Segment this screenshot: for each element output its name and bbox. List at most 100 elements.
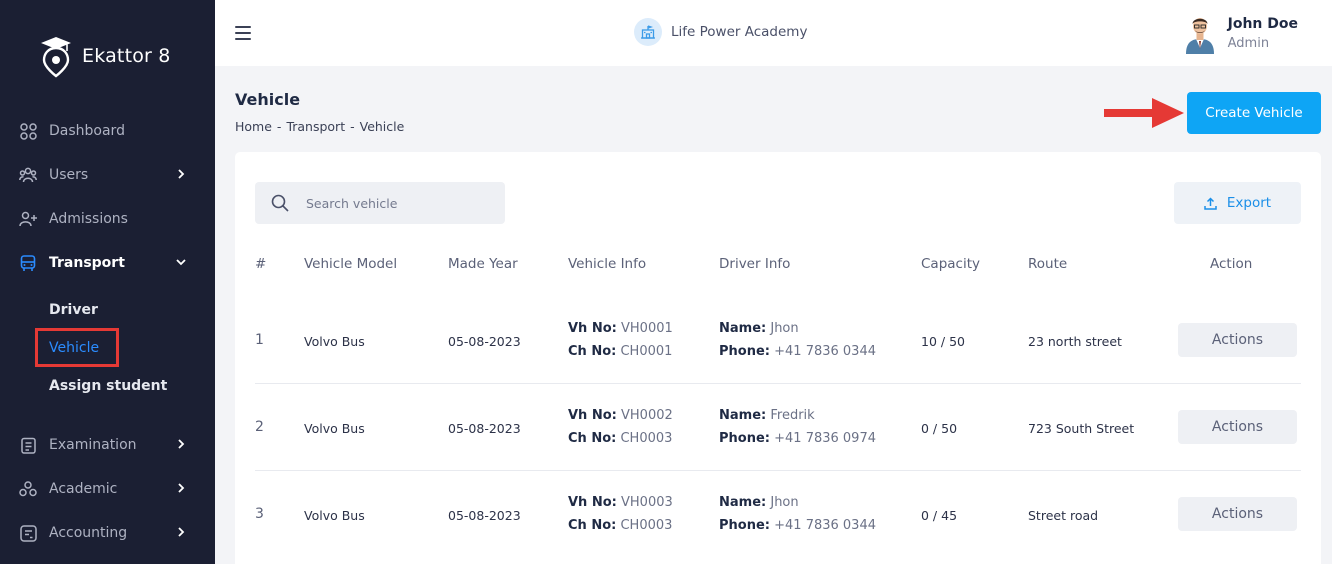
- accounting-icon: [19, 524, 37, 542]
- phone-label: Phone:: [719, 518, 770, 533]
- vh-label: Vh No:: [568, 495, 617, 510]
- chevron-right-icon: [178, 439, 185, 449]
- column-header-action: Action: [1210, 256, 1253, 272]
- brand[interactable]: Ekattor 8: [38, 34, 171, 78]
- driver-phone: +41 7836 0974: [774, 431, 876, 446]
- sidebar-item-label: Dashboard: [49, 123, 125, 139]
- sidebar-item-label: Examination: [49, 437, 137, 453]
- highlight-box: [35, 328, 119, 367]
- breadcrumb-home[interactable]: Home: [235, 119, 272, 134]
- made-year: 05-08-2023: [448, 421, 521, 436]
- driver-phone: +41 7836 0344: [774, 344, 876, 359]
- page-title: Vehicle: [235, 90, 301, 109]
- school-name: Life Power Academy: [671, 24, 808, 40]
- name-label: Name:: [719, 408, 767, 423]
- upload-icon: [1204, 196, 1217, 210]
- sidebar-item-academic[interactable]: Academic: [0, 474, 215, 504]
- column-header-number: #: [255, 256, 267, 272]
- actions-button[interactable]: Actions: [1178, 323, 1297, 357]
- user-details: John Doe Admin: [1228, 16, 1298, 51]
- name-label: Name:: [719, 495, 767, 510]
- actions-button[interactable]: Actions: [1178, 497, 1297, 531]
- vehicle-info: Vh No: VH0002 Ch No: CH0003: [568, 404, 673, 450]
- breadcrumb-vehicle: Vehicle: [359, 119, 405, 134]
- name-label: Name:: [719, 321, 767, 336]
- export-button[interactable]: Export: [1174, 182, 1301, 224]
- brand-name: Ekattor 8: [82, 45, 171, 67]
- chevron-down-icon: [176, 259, 186, 266]
- vehicle-card: Export # Vehicle Model Made Year Vehicle…: [235, 152, 1321, 564]
- ch-label: Ch No:: [568, 431, 617, 446]
- capacity: 0 / 45: [921, 508, 958, 523]
- vh-number: VH0002: [621, 408, 673, 423]
- sidebar-item-accounting[interactable]: Accounting: [0, 518, 215, 548]
- school-info: Life Power Academy: [634, 18, 807, 46]
- made-year: 05-08-2023: [448, 508, 521, 523]
- column-header-driver-info: Driver Info: [719, 256, 791, 272]
- search-box[interactable]: [255, 182, 505, 224]
- breadcrumb-separator: -: [350, 119, 355, 134]
- route: 723 South Street: [1028, 421, 1135, 436]
- create-vehicle-button[interactable]: Create Vehicle: [1187, 92, 1321, 134]
- column-header-vehicle-info: Vehicle Info: [568, 256, 647, 272]
- driver-info: Name: Jhon Phone: +41 7836 0344: [719, 491, 876, 537]
- driver-name: Jhon: [770, 321, 799, 336]
- graduation-cap-pin-icon: [41, 37, 71, 78]
- search-icon: [271, 194, 289, 212]
- sidebar-item-label: Academic: [49, 481, 118, 497]
- chevron-right-icon: [178, 483, 185, 493]
- column-header-route: Route: [1028, 256, 1068, 272]
- sidebar-subitem-assign-student[interactable]: Assign student: [49, 378, 167, 394]
- route: 23 north street: [1028, 334, 1122, 349]
- column-header-vehicle-model: Vehicle Model: [304, 256, 398, 272]
- sidebar-item-admissions[interactable]: Admissions: [0, 204, 215, 234]
- row-number: 2: [255, 419, 264, 435]
- exam-icon: [19, 436, 37, 454]
- table-row: 2 Volvo Bus 05-08-2023 Vh No: VH0002 Ch …: [255, 384, 1301, 471]
- bus-icon: [19, 254, 37, 272]
- vehicle-model: Volvo Bus: [304, 508, 365, 523]
- user-name: John Doe: [1227, 15, 1298, 32]
- vehicle-model: Volvo Bus: [304, 421, 365, 436]
- sidebar-subitem-driver[interactable]: Driver: [49, 302, 98, 318]
- sidebar-item-label: Users: [49, 167, 89, 183]
- admissions-icon: [19, 210, 37, 228]
- breadcrumb-transport[interactable]: Transport: [286, 119, 345, 134]
- vh-label: Vh No:: [568, 408, 617, 423]
- sidebar-item-transport[interactable]: Transport: [0, 248, 215, 278]
- made-year: 05-08-2023: [448, 334, 521, 349]
- chevron-right-icon: [178, 169, 185, 179]
- sidebar-item-users[interactable]: Users: [0, 160, 215, 190]
- row-number: 3: [255, 506, 264, 522]
- ch-number: CH0003: [620, 518, 673, 533]
- export-label: Export: [1226, 195, 1272, 211]
- vh-number: VH0003: [621, 495, 673, 510]
- users-icon: [19, 166, 37, 184]
- actions-button[interactable]: Actions: [1178, 410, 1297, 444]
- ch-number: CH0001: [620, 344, 673, 359]
- topbar: Life Power Academy John Doe Admin: [215, 0, 1332, 66]
- vehicle-info: Vh No: VH0003 Ch No: CH0003: [568, 491, 673, 537]
- chevron-right-icon: [178, 527, 185, 537]
- dashboard-icon: [19, 122, 37, 140]
- phone-label: Phone:: [719, 431, 770, 446]
- capacity: 0 / 50: [921, 421, 958, 436]
- breadcrumb: Home - Transport - Vehicle: [235, 119, 404, 134]
- sidebar-item-examination[interactable]: Examination: [0, 430, 215, 460]
- search-input[interactable]: [306, 195, 486, 211]
- hamburger-menu-icon[interactable]: [235, 26, 251, 40]
- breadcrumb-separator: -: [276, 119, 282, 134]
- sidebar: Ekattor 8 Dashboard Users Admissions Tra…: [0, 0, 215, 564]
- avatar: [1185, 18, 1214, 54]
- driver-name: Jhon: [770, 495, 799, 510]
- user-role: Admin: [1227, 35, 1270, 51]
- vh-label: Vh No:: [568, 321, 617, 336]
- sidebar-item-dashboard[interactable]: Dashboard: [0, 116, 215, 146]
- route: Street road: [1028, 508, 1099, 523]
- school-icon: [634, 18, 662, 46]
- user-menu[interactable]: John Doe Admin: [1184, 12, 1298, 54]
- row-number: 1: [255, 332, 264, 348]
- driver-info: Name: Fredrik Phone: +41 7836 0974: [719, 404, 876, 450]
- driver-phone: +41 7836 0344: [774, 518, 876, 533]
- sidebar-item-label: Admissions: [49, 211, 128, 227]
